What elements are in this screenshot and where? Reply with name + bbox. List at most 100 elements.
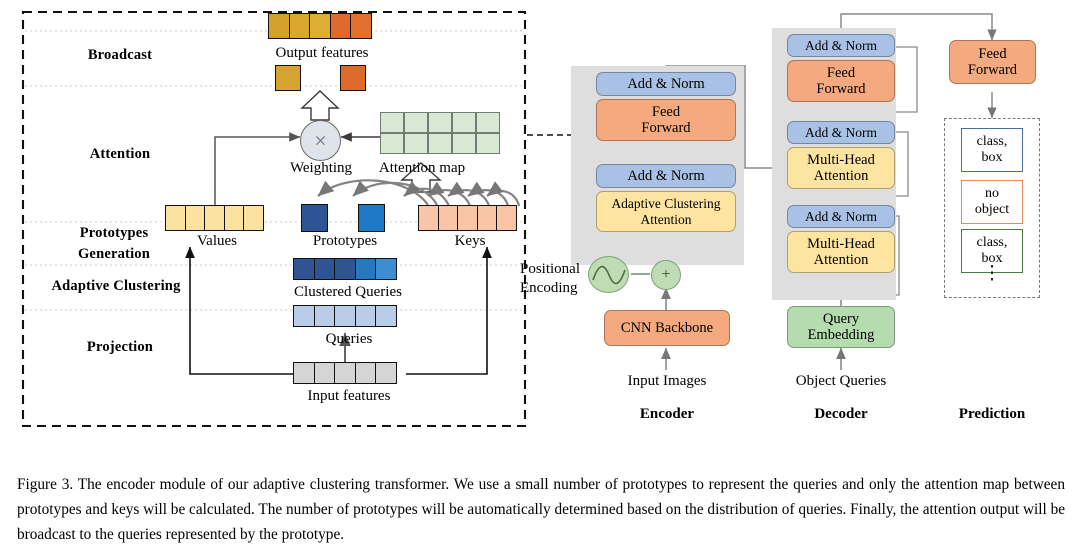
- attention-map-cell: [380, 133, 404, 154]
- decoder-multi-head-attention-2: Multi-Head Attention: [787, 147, 895, 189]
- positional-encoding-label-line2: Encoding: [520, 280, 578, 296]
- prediction-box-line1: class,: [976, 133, 1008, 149]
- key-cell: [418, 205, 439, 231]
- prediction-box: class, box: [961, 128, 1023, 172]
- broadcast-square: [275, 65, 301, 91]
- stage-label-prototypes-generation-line1: Prototypes: [79, 225, 149, 241]
- figure-caption-block: Figure 3. The encoder module of our adap…: [0, 440, 1082, 557]
- values-label: Values: [197, 233, 237, 249]
- clustered-queries-label: Clustered Queries: [294, 284, 402, 300]
- input-feature-cell: [293, 362, 315, 384]
- input-feature-cell: [354, 362, 377, 384]
- broadcast-square: [340, 65, 366, 91]
- encoder-input-images-label: Input Images: [627, 373, 707, 389]
- prediction-box-text: no object: [975, 186, 1009, 218]
- input-features-strip: [293, 362, 398, 384]
- value-cell: [204, 205, 226, 231]
- queries-label: Queries: [325, 331, 373, 347]
- decoder-object-queries-label: Object Queries: [795, 373, 887, 389]
- prediction-feed-forward-line1: Feed: [978, 45, 1007, 62]
- decoder-mha1-line2: Attention: [813, 252, 869, 268]
- attention-map-cell: [404, 112, 428, 133]
- clustered-query-cell: [293, 258, 315, 280]
- attention-map-cell: [380, 112, 404, 133]
- decoder-feed-forward-line1: Feed: [826, 64, 856, 81]
- attention-map-cell: [476, 112, 500, 133]
- prediction-ellipsis-icon: ⋮: [982, 263, 1002, 284]
- decoder-multi-head-attention-1: Multi-Head Attention: [787, 231, 895, 273]
- attention-map-label: Attention map: [378, 160, 466, 176]
- encoder-aca-line1: Adaptive Clustering: [611, 196, 721, 212]
- value-cell: [243, 205, 265, 231]
- encoder-cnn-backbone: CNN Backbone: [604, 310, 730, 346]
- encoder-feed-forward: Feed Forward: [596, 99, 736, 141]
- clustered-queries-strip: [293, 258, 398, 280]
- stage-label-projection: Projection: [86, 339, 154, 355]
- keys-label: Keys: [454, 233, 486, 249]
- value-cell: [184, 205, 206, 231]
- encoder-feed-forward-line1: Feed: [651, 103, 681, 120]
- stage-label-attention: Attention: [89, 146, 151, 162]
- prediction-title: Prediction: [958, 406, 1026, 422]
- output-feature-cell: [309, 13, 332, 39]
- attention-map-grid: [380, 112, 500, 154]
- positional-encoding-sum-icon: +: [651, 260, 681, 290]
- encoder-add-norm-bottom-label: Add & Norm: [627, 167, 705, 184]
- attention-map-cell: [452, 112, 476, 133]
- prediction-box-line1: no: [985, 185, 999, 201]
- encoder-add-norm-top: Add & Norm: [596, 72, 736, 96]
- input-feature-cell: [334, 362, 357, 384]
- key-cell: [496, 205, 518, 231]
- decoder-query-embedding-line1: Query: [822, 310, 860, 327]
- query-cell: [375, 305, 398, 327]
- clustered-query-cell: [375, 258, 398, 280]
- input-feature-cell: [375, 362, 398, 384]
- prediction-box: no object: [961, 180, 1023, 224]
- prediction-feed-forward-line2: Forward: [967, 62, 1018, 78]
- encoder-feed-forward-line2: Forward: [641, 120, 691, 136]
- key-cell: [457, 205, 479, 231]
- attention-map-cell: [476, 133, 500, 154]
- query-cell: [334, 305, 357, 327]
- prediction-box-text: class, box: [977, 134, 1008, 166]
- output-feature-cell: [329, 13, 352, 39]
- decoder-query-embedding-line2: Embedding: [807, 327, 875, 343]
- prediction-box-line2: box: [981, 150, 1003, 165]
- weighting-multiply-icon: ×: [300, 120, 341, 161]
- decoder-add-norm-1: Add & Norm: [787, 205, 895, 228]
- encoder-add-norm-bottom: Add & Norm: [596, 164, 736, 188]
- encoder-adaptive-clustering-attention: Adaptive Clustering Attention: [596, 191, 736, 232]
- decoder-add-norm-3: Add & Norm: [787, 34, 895, 57]
- output-feature-cell: [350, 13, 373, 39]
- prediction-feed-forward: Feed Forward: [949, 40, 1036, 84]
- attention-map-cell: [404, 133, 428, 154]
- values-strip: [165, 205, 265, 231]
- diagram-connectors: [21, 10, 997, 428]
- weighting-label: Weighting: [289, 160, 353, 176]
- query-cell: [354, 305, 377, 327]
- output-features-strip: [268, 13, 373, 39]
- query-cell: [313, 305, 336, 327]
- output-feature-cell: [288, 13, 311, 39]
- decoder-add-norm-1-label: Add & Norm: [805, 208, 877, 224]
- queries-strip: [293, 305, 398, 327]
- decoder-mha2-line1: Multi-Head: [807, 151, 875, 168]
- key-cell: [476, 205, 498, 231]
- output-feature-cell: [268, 13, 290, 39]
- attention-map-cell: [452, 133, 476, 154]
- input-features-label: Input features: [307, 388, 391, 404]
- prediction-box-line2: object: [974, 202, 1010, 217]
- decoder-add-norm-2-label: Add & Norm: [805, 124, 877, 140]
- attention-map-cell: [428, 112, 452, 133]
- query-cell: [293, 305, 315, 327]
- prototype-square: [358, 204, 385, 232]
- value-cell: [223, 205, 245, 231]
- decoder-feed-forward-line2: Forward: [816, 81, 866, 97]
- input-feature-cell: [313, 362, 336, 384]
- prototypes-label: Prototypes: [312, 233, 378, 249]
- decoder-feed-forward: Feed Forward: [787, 60, 895, 102]
- clustered-query-cell: [313, 258, 336, 280]
- clustered-query-cell: [354, 258, 377, 280]
- decoder-mha1-line1: Multi-Head: [807, 235, 875, 252]
- encoder-aca-line2: Attention: [640, 211, 692, 227]
